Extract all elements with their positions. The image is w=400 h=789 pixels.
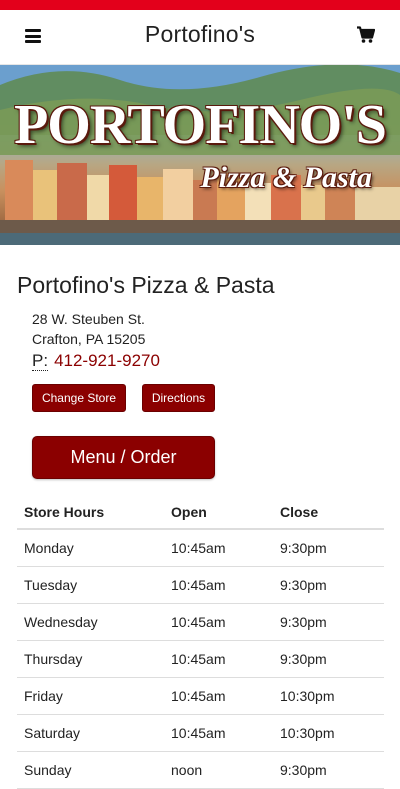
- open-time-cell: 10:45am: [164, 714, 273, 752]
- close-time-cell: 9:30pm: [273, 566, 384, 604]
- open-time-cell: 10:45am: [164, 603, 273, 641]
- page-title[interactable]: Portofino's: [60, 21, 340, 48]
- hamburger-menu-icon[interactable]: [25, 29, 41, 43]
- close-time-cell: 9:30pm: [273, 751, 384, 789]
- day-cell: Sunday: [17, 751, 164, 789]
- store-name-heading: Portofino's Pizza & Pasta: [17, 272, 275, 298]
- day-cell: Wednesday: [17, 603, 164, 641]
- top-accent-bar: [0, 0, 400, 10]
- open-time-cell: 10:45am: [164, 529, 273, 567]
- table-row: Monday 10:45am 9:30pm: [17, 529, 384, 567]
- day-cell: Friday: [17, 677, 164, 715]
- address-line-2: Crafton, PA 15205: [32, 331, 146, 347]
- open-time-cell: 10:45am: [164, 566, 273, 604]
- store-hours-table: Store Hours Open Close Monday 10:45am 9:…: [17, 495, 384, 789]
- phone-label: P:: [32, 351, 49, 371]
- column-header-close: Close: [273, 495, 384, 530]
- table-row: Friday 10:45am 10:30pm: [17, 677, 384, 715]
- table-row: Thursday 10:45am 9:30pm: [17, 640, 384, 678]
- address-line-1: 28 W. Steuben St.: [32, 311, 145, 327]
- day-cell: Tuesday: [17, 566, 164, 604]
- close-time-cell: 10:30pm: [273, 677, 384, 715]
- shopping-cart-icon[interactable]: [357, 26, 376, 44]
- close-time-cell: 10:30pm: [273, 714, 384, 752]
- menu-order-button[interactable]: Menu / Order: [32, 436, 215, 479]
- open-time-cell: 10:45am: [164, 640, 273, 678]
- close-time-cell: 9:30pm: [273, 603, 384, 641]
- column-header-store-hours: Store Hours: [17, 495, 164, 530]
- table-row: Tuesday 10:45am 9:30pm: [17, 566, 384, 604]
- open-time-cell: noon: [164, 751, 273, 789]
- table-header-row: Store Hours Open Close: [17, 495, 384, 530]
- open-time-cell: 10:45am: [164, 677, 273, 715]
- close-time-cell: 9:30pm: [273, 640, 384, 678]
- hero-banner: PORTOFINO'S Pizza & Pasta: [0, 65, 400, 245]
- table-row: Sunday noon 9:30pm: [17, 751, 384, 789]
- phone-link[interactable]: 412-921-9270: [54, 351, 160, 370]
- table-row: Saturday 10:45am 10:30pm: [17, 714, 384, 752]
- day-cell: Thursday: [17, 640, 164, 678]
- close-time-cell: 9:30pm: [273, 529, 384, 567]
- day-cell: Monday: [17, 529, 164, 567]
- banner-logo-title: PORTOFINO'S: [14, 94, 387, 156]
- directions-button[interactable]: Directions: [142, 384, 215, 412]
- banner-logo-subtitle: Pizza & Pasta: [200, 161, 372, 194]
- day-cell: Saturday: [17, 714, 164, 752]
- phone-row: P: 412-921-9270: [32, 351, 160, 371]
- table-row: Wednesday 10:45am 9:30pm: [17, 603, 384, 641]
- column-header-open: Open: [164, 495, 273, 530]
- change-store-button[interactable]: Change Store: [32, 384, 126, 412]
- app-header: Portofino's: [0, 10, 400, 65]
